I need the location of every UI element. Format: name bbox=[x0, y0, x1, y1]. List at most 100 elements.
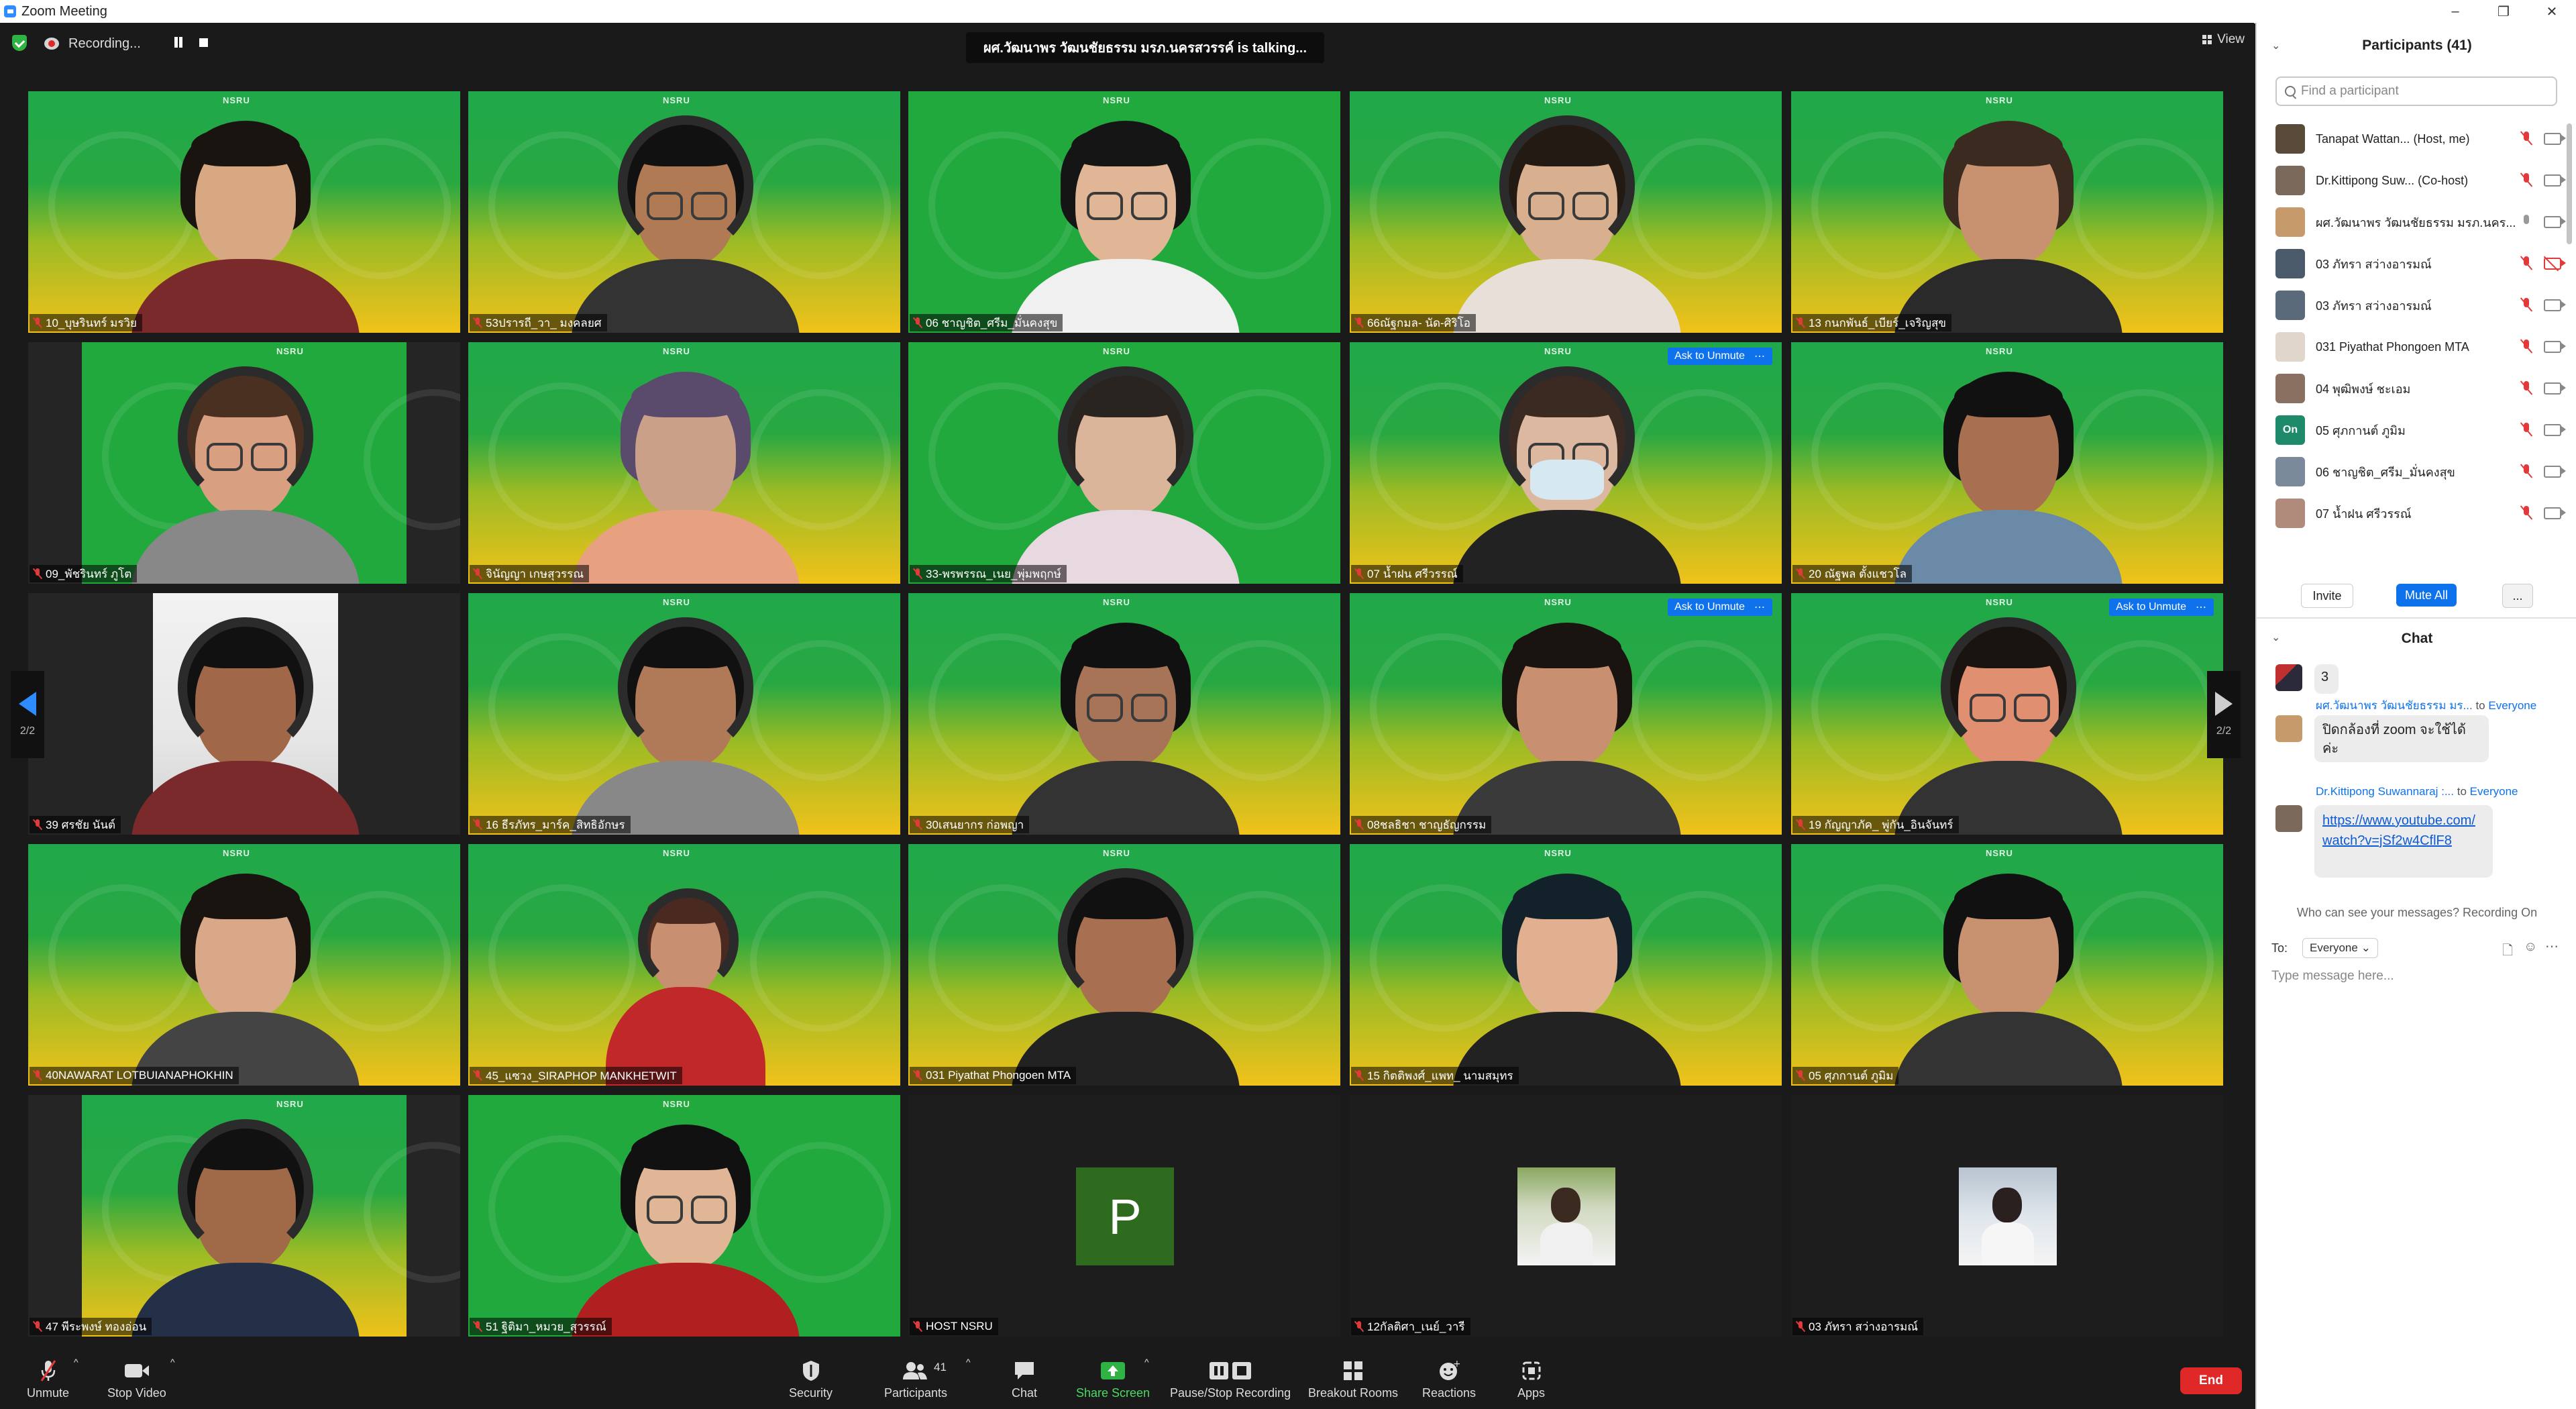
share-screen-button[interactable]: Share Screen bbox=[1076, 1359, 1150, 1400]
microphone-muted-icon[interactable] bbox=[2521, 298, 2532, 313]
participant-search-input[interactable]: Find a participant bbox=[2275, 76, 2557, 106]
microphone-muted-icon[interactable] bbox=[2521, 464, 2532, 479]
microphone-muted-icon[interactable] bbox=[2521, 256, 2532, 271]
participant-video-tile[interactable]: NSRU 031 Piyathat Phongoen MTA bbox=[907, 843, 1342, 1087]
microphone-muted-icon[interactable] bbox=[2521, 340, 2532, 354]
participant-video-tile[interactable]: NSRU 20 ณัฐพล ตั้งแชวโล bbox=[1790, 341, 2224, 585]
video-camera-icon[interactable] bbox=[2544, 382, 2566, 395]
participant-video-tile[interactable]: NSRU 08ชลธิชา ชาญธัญกรรม Ask to Unmute ⋯ bbox=[1348, 592, 1783, 836]
file-icon[interactable]: 🗋 bbox=[2502, 941, 2513, 963]
participant-list-item[interactable]: 06 ชาญชิต_ศรีม_มั่นคงสุข bbox=[2257, 451, 2576, 492]
security-button[interactable]: Security bbox=[789, 1359, 833, 1400]
microphone-icon[interactable] bbox=[2521, 215, 2532, 229]
previous-page-button[interactable]: 2/2 bbox=[11, 671, 44, 758]
participant-video-tile[interactable]: NSRU 33-พรพรรณ_เนย_พุ่มพฤกษ์ bbox=[907, 341, 1342, 585]
video-camera-icon[interactable] bbox=[2544, 216, 2566, 228]
recipient-dropdown[interactable]: Everyone ⌄ bbox=[2302, 938, 2378, 958]
participant-video-tile[interactable]: 12กัลติศา_เนย์_วารี bbox=[1348, 1094, 1783, 1338]
participant-name: 03 ภัทรา สว่างอารมณ์ bbox=[2316, 257, 2432, 271]
participant-list-item[interactable]: Tanapat Wattan... (Host, me) bbox=[2257, 118, 2576, 160]
more-options-icon[interactable]: ⋯ bbox=[1754, 601, 1766, 614]
pause-recording-icon[interactable] bbox=[172, 37, 185, 50]
participant-video-tile[interactable]: 03 ภัทรา สว่างอารมณ์ bbox=[1790, 1094, 2224, 1338]
participant-video-tile[interactable]: NSRU 16 ธีรภัทร_มาร์ค_สิทธิอักษร bbox=[467, 592, 902, 836]
video-camera-icon[interactable] bbox=[2544, 133, 2566, 145]
microphone-muted-icon[interactable] bbox=[2521, 132, 2532, 146]
participants-options-caret[interactable]: ^ bbox=[966, 1357, 971, 1367]
view-button[interactable]: View bbox=[2202, 32, 2245, 47]
video-camera-icon[interactable] bbox=[2544, 341, 2566, 353]
nsru-watermark: NSRU bbox=[276, 1099, 304, 1109]
video-options-caret[interactable]: ^ bbox=[170, 1357, 175, 1367]
ask-to-unmute-button[interactable]: Ask to Unmute ⋯ bbox=[1668, 598, 1772, 616]
participant-video-tile[interactable]: NSRU จินัญญา เกษสุวรรณ bbox=[467, 341, 902, 585]
chat-more-icon[interactable]: ⋯ bbox=[2545, 938, 2559, 955]
participant-video-tile[interactable]: NSRU 30เสนยากร ก่อพญา bbox=[907, 592, 1342, 836]
participant-list-item[interactable]: 07 น้ำฝน ศรีวรรณ์ bbox=[2257, 492, 2576, 534]
video-off-icon[interactable] bbox=[2544, 258, 2566, 270]
video-camera-icon[interactable] bbox=[2544, 466, 2566, 478]
participant-list-item[interactable]: 03 ภัทรา สว่างอารมณ์ bbox=[2257, 243, 2576, 284]
ask-to-unmute-button[interactable]: Ask to Unmute ⋯ bbox=[1668, 348, 1772, 365]
breakout-rooms-button[interactable]: Breakout Rooms bbox=[1308, 1359, 1398, 1400]
pause-stop-recording-button[interactable]: Pause/Stop Recording bbox=[1170, 1359, 1291, 1400]
unmute-button[interactable]: Unmute bbox=[27, 1359, 69, 1400]
participant-video-tile[interactable]: P HOST NSRU bbox=[907, 1094, 1342, 1338]
participant-video-tile[interactable]: NSRU 53ปรารถี_วา_ มงคลยศ bbox=[467, 90, 902, 334]
participant-video-tile[interactable]: NSRU 66ณัฐกมล- นัด-ศิริโอ bbox=[1348, 90, 1783, 334]
video-camera-icon[interactable] bbox=[2544, 507, 2566, 519]
message-visibility-notice[interactable]: Who can see your messages? Recording On bbox=[2257, 906, 2576, 920]
participant-video-tile[interactable]: 39 ศรชัย นันต์ bbox=[27, 592, 462, 836]
participant-video-tile[interactable]: NSRU 05 ศุภกานต์ ภูมิม bbox=[1790, 843, 2224, 1087]
security-shield-icon[interactable] bbox=[12, 35, 27, 51]
next-page-button[interactable]: 2/2 bbox=[2207, 671, 2241, 758]
apps-button[interactable]: Apps bbox=[1517, 1359, 1545, 1400]
chat-message-input[interactable]: Type message here... bbox=[2271, 969, 2394, 984]
microphone-muted-icon[interactable] bbox=[2521, 173, 2532, 188]
participant-list-item[interactable]: 04 พุฒิพงษ์ ชะเอม bbox=[2257, 368, 2576, 409]
participant-list-item[interactable]: 031 Piyathat Phongoen MTA bbox=[2257, 326, 2576, 368]
stop-video-button[interactable]: Stop Video bbox=[107, 1359, 166, 1400]
ask-to-unmute-button[interactable]: Ask to Unmute ⋯ bbox=[2109, 598, 2214, 616]
chat-link[interactable]: https://www.youtube.com/watch?v=jSf2w4Cf… bbox=[2322, 813, 2475, 848]
close-window-button[interactable]: ✕ bbox=[2532, 0, 2572, 23]
invite-button[interactable]: Invite bbox=[2301, 584, 2353, 608]
maximize-button[interactable]: ❐ bbox=[2483, 0, 2524, 23]
more-options-icon[interactable]: ⋯ bbox=[1754, 350, 1766, 363]
more-options-icon[interactable]: ⋯ bbox=[2196, 601, 2207, 614]
participant-video-tile[interactable]: NSRU 47 พีระพงษ์ ทองอ่อน bbox=[27, 1094, 462, 1338]
stop-recording-icon[interactable] bbox=[197, 37, 211, 50]
emoji-icon[interactable]: ☺ bbox=[2524, 939, 2537, 955]
audio-options-caret[interactable]: ^ bbox=[74, 1357, 78, 1367]
participant-list-item[interactable]: ผศ.วัฒนาพร วัฒนชัยธรรม มรภ.นคร... bbox=[2257, 201, 2576, 243]
microphone-muted-icon[interactable] bbox=[2521, 381, 2532, 396]
microphone-muted-icon[interactable] bbox=[2521, 506, 2532, 521]
participant-video-tile[interactable]: NSRU 45_แซวง_SIRAPHOP MANKHETWIT bbox=[467, 843, 902, 1087]
participant-list-item[interactable]: On 05 ศุภกานต์ ภูมิม bbox=[2257, 409, 2576, 451]
participant-list-item[interactable]: 03 ภัทรา สว่างอารมณ์ bbox=[2257, 284, 2576, 326]
chat-button[interactable]: Chat bbox=[1012, 1359, 1037, 1400]
end-meeting-button[interactable]: End bbox=[2180, 1367, 2242, 1394]
participant-video-tile[interactable]: NSRU 51 ฐิติมา_หมวย_สุวรรณ์ bbox=[467, 1094, 902, 1338]
participant-video-tile[interactable]: NSRU 07 น้ำฝน ศรีวรรณ์ Ask to Unmute ⋯ bbox=[1348, 341, 1783, 585]
microphone-muted-icon bbox=[1796, 568, 1805, 579]
mute-all-button[interactable]: Mute All bbox=[2396, 584, 2457, 607]
participant-list-item[interactable]: Dr.Kittipong Suw... (Co-host) bbox=[2257, 160, 2576, 201]
participant-video-tile[interactable]: NSRU 19 กัญญาภัค_ พู่กัน_อินจันทร์ Ask to … bbox=[1790, 592, 2224, 836]
participant-list-scrollbar[interactable] bbox=[2567, 123, 2572, 244]
participant-video-tile[interactable]: NSRU 09_พัชรินทร์ ภูโต bbox=[27, 341, 462, 585]
microphone-muted-icon[interactable] bbox=[2521, 423, 2532, 437]
participant-video-tile[interactable]: NSRU 06 ชาญชิต_ศรีม_มั่นคงสุข bbox=[907, 90, 1342, 334]
participant-video-tile[interactable]: NSRU 10_บุษรินทร์ มรวิย bbox=[27, 90, 462, 334]
participants-button[interactable]: 41 Participants bbox=[884, 1359, 947, 1400]
share-options-caret[interactable]: ^ bbox=[1144, 1357, 1149, 1367]
video-camera-icon[interactable] bbox=[2544, 299, 2566, 311]
participant-video-tile[interactable]: NSRU 40NAWARAT LOTBUIANAPHOKHIN bbox=[27, 843, 462, 1087]
more-options-button[interactable]: ... bbox=[2502, 584, 2533, 608]
minimize-button[interactable]: – bbox=[2435, 0, 2475, 23]
participant-video-tile[interactable]: NSRU 13 กนกพันธ์_เบียร์_เจริญสุข bbox=[1790, 90, 2224, 334]
video-camera-icon[interactable] bbox=[2544, 174, 2566, 187]
participant-video-tile[interactable]: NSRU 15 กิตติพงศ์_แพท_ นามสมุทร bbox=[1348, 843, 1783, 1087]
video-camera-icon[interactable] bbox=[2544, 424, 2566, 436]
reactions-button[interactable]: + Reactions bbox=[1422, 1359, 1476, 1400]
